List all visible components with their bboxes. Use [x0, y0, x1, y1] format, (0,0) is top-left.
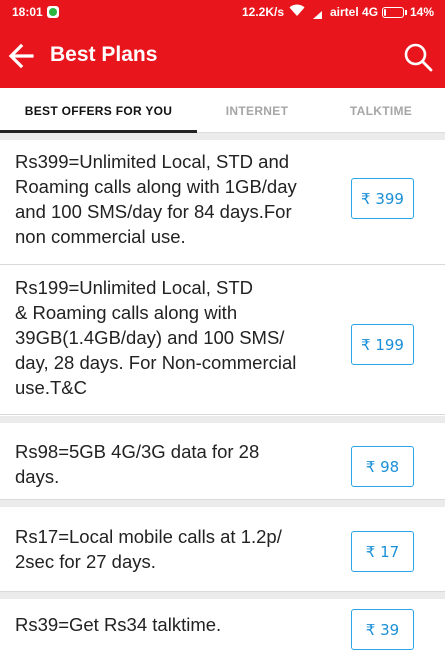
- network-speed: 12.2K/s: [242, 5, 285, 19]
- plan-item-199[interactable]: Rs199=Unlimited Local, STD & Roaming cal…: [0, 266, 445, 415]
- price-button-399[interactable]: ₹ 399: [351, 178, 414, 219]
- battery-percent: 14%: [410, 5, 435, 19]
- app-screen: 18:01 12.2K/s airtel 4G 14% Best Plans B…: [0, 0, 445, 666]
- battery-level: [384, 9, 386, 16]
- plan-description: Rs199=Unlimited Local, STD & Roaming cal…: [15, 277, 297, 398]
- plan-description: Rs399=Unlimited Local, STD and Roaming c…: [15, 151, 297, 247]
- divider: [0, 500, 445, 507]
- price-button-39[interactable]: ₹ 39: [351, 609, 414, 650]
- app-bar: Best Plans: [0, 25, 445, 88]
- price-button-98[interactable]: ₹ 98: [351, 446, 414, 487]
- page-title: Best Plans: [50, 43, 158, 66]
- status-bar: 18:01 12.2K/s airtel 4G 14%: [0, 0, 445, 25]
- plan-item-399[interactable]: Rs399=Unlimited Local, STD and Roaming c…: [0, 140, 445, 265]
- search-icon[interactable]: [403, 42, 433, 72]
- plan-description: Rs39=Get Rs34 talktime.: [15, 614, 222, 635]
- whatsapp-notification-icon: [47, 6, 59, 18]
- plan-description: Rs17=Local mobile calls at 1.2p/ 2sec fo…: [15, 526, 282, 572]
- plan-tabs: BEST OFFERS FOR YOU INTERNET TALKTIME: [0, 88, 445, 133]
- tab-talktime[interactable]: TALKTIME: [317, 88, 445, 133]
- battery-icon: [382, 7, 407, 18]
- carrier-name: airtel 4G: [330, 5, 379, 19]
- plan-item-17[interactable]: Rs17=Local mobile calls at 1.2p/ 2sec fo…: [0, 507, 445, 592]
- plan-item-39[interactable]: Rs39=Get Rs34 talktime. ₹ 39: [0, 599, 445, 666]
- back-arrow-icon[interactable]: [8, 42, 34, 70]
- price-button-199[interactable]: ₹ 199: [351, 324, 414, 365]
- divider: [0, 133, 445, 140]
- tab-internet[interactable]: INTERNET: [197, 88, 317, 133]
- divider: [0, 416, 445, 423]
- wifi-icon: [289, 4, 305, 20]
- divider: [0, 592, 445, 599]
- status-time: 18:01: [12, 5, 43, 19]
- signal-icon: [313, 11, 322, 19]
- plan-item-98[interactable]: Rs98=5GB 4G/3G data for 28 days. ₹ 98: [0, 423, 445, 500]
- plan-description: Rs98=5GB 4G/3G data for 28 days.: [15, 441, 260, 487]
- price-button-17[interactable]: ₹ 17: [351, 531, 414, 572]
- tab-best-offers[interactable]: BEST OFFERS FOR YOU: [0, 88, 197, 133]
